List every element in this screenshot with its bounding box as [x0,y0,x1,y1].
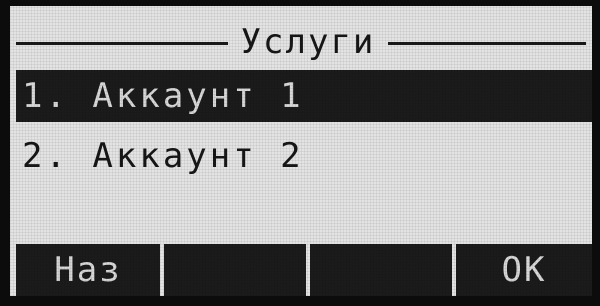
title-rule-left [16,42,228,45]
menu-item-account-1[interactable]: 1. Аккаунт 1 [16,70,592,122]
softkey-bar: Наз ОК [10,244,592,296]
lcd-screen: Услуги 1. Аккаунт 1 2. Аккаунт 2 Наз ОК [10,6,592,296]
page-title: Услуги [240,22,376,62]
ok-softkey[interactable]: ОК [456,244,592,296]
menu-item-account-2[interactable]: 2. Аккаунт 2 [16,130,592,182]
phone-bezel: Услуги 1. Аккаунт 1 2. Аккаунт 2 Наз ОК [0,0,600,306]
title-bar: Услуги [10,20,592,64]
softkey-3[interactable] [310,244,452,296]
softkey-2[interactable] [164,244,306,296]
title-rule-right [388,42,586,45]
back-softkey[interactable]: Наз [16,244,160,296]
